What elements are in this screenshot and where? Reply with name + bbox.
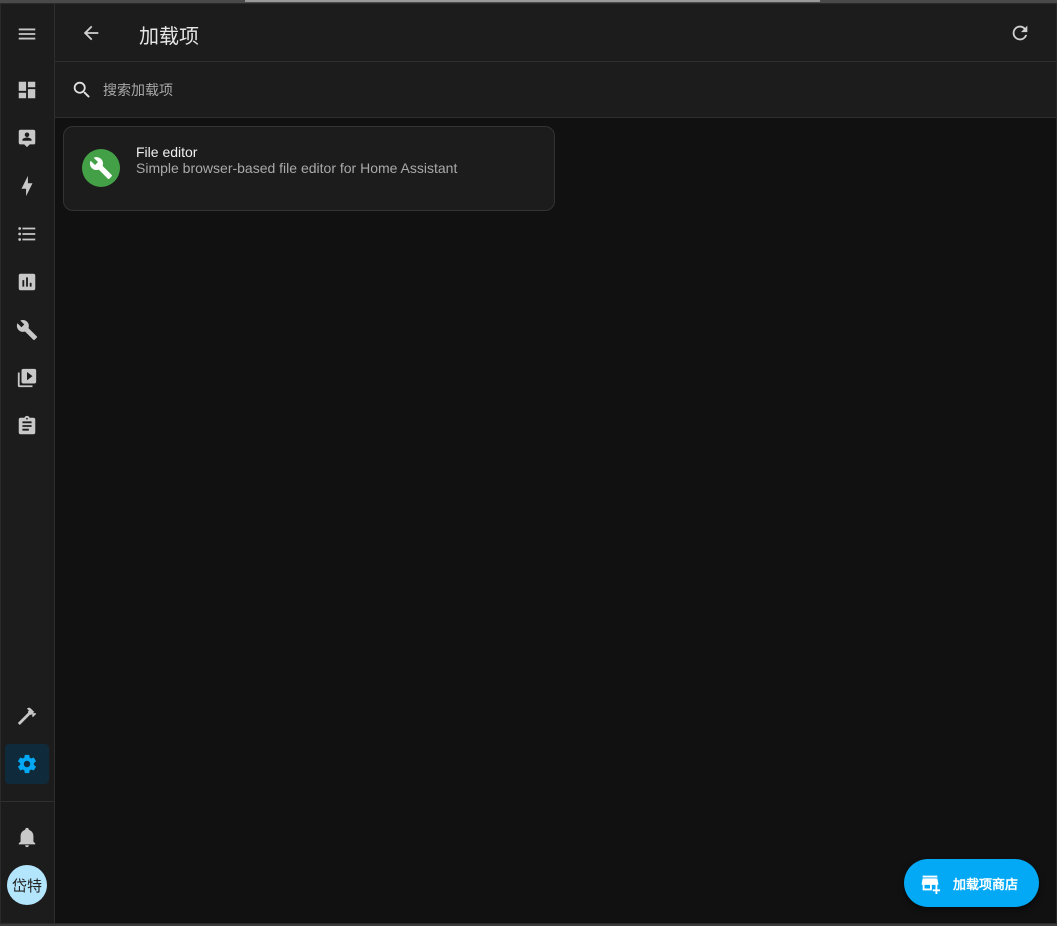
app-window: 岱特 加载项 File editor Simple browser-based …: [0, 3, 1057, 924]
menu-icon: [18, 28, 36, 40]
sidebar-item-overview[interactable]: [5, 70, 49, 110]
addon-icon: [82, 149, 120, 187]
search-icon: [71, 79, 93, 101]
search-bar: [55, 62, 1056, 118]
sidebar-item-file-editor[interactable]: [5, 310, 49, 350]
refresh-button[interactable]: [1004, 17, 1036, 49]
sidebar-item-todo[interactable]: [5, 406, 49, 446]
addon-card-file-editor[interactable]: File editor Simple browser-based file ed…: [63, 126, 555, 211]
window-top-highlight: [245, 0, 820, 2]
addon-title: File editor: [136, 144, 198, 160]
addon-store-label: 加载项商店: [953, 877, 1019, 893]
sidebar-item-media[interactable]: [5, 358, 49, 398]
back-button[interactable]: [75, 17, 107, 49]
page-header: 加载项: [55, 4, 1056, 62]
search-input[interactable]: [101, 76, 705, 106]
wrench-icon: [89, 157, 112, 179]
store-plus-icon: [919, 872, 941, 894]
sidebar-item-developer-tools[interactable]: [5, 696, 49, 736]
account-box-icon: [18, 129, 36, 148]
sidebar-menu-button[interactable]: [5, 14, 49, 54]
sidebar-divider: [1, 801, 54, 802]
clipboard-list-icon: [18, 415, 36, 435]
sidebar-item-map[interactable]: [5, 118, 49, 158]
addon-description: Simple browser-based file editor for Hom…: [136, 160, 458, 176]
page-title: 加载项: [139, 24, 199, 48]
chart-box-icon: [18, 273, 36, 291]
list-icon: [18, 227, 36, 241]
sidebar-item-history[interactable]: [5, 262, 49, 302]
sidebar-item-notifications[interactable]: [5, 817, 49, 857]
dashboard-icon: [18, 81, 36, 99]
sidebar-item-settings[interactable]: [5, 744, 49, 784]
wrench-icon: [16, 320, 38, 341]
lightning-icon: [21, 175, 33, 197]
addon-store-button[interactable]: 加载项商店: [904, 859, 1039, 907]
arrow-left-icon: [83, 25, 99, 41]
sidebar-item-energy[interactable]: [5, 166, 49, 206]
user-avatar[interactable]: 岱特: [7, 865, 47, 905]
bell-icon: [18, 827, 36, 848]
cog-icon: [18, 754, 36, 774]
play-box-multiple-icon: [17, 368, 37, 388]
hammer-icon: [17, 707, 37, 725]
sidebar-item-logbook[interactable]: [5, 214, 49, 254]
sidebar: 岱特: [1, 4, 55, 923]
refresh-icon: [1012, 25, 1028, 41]
